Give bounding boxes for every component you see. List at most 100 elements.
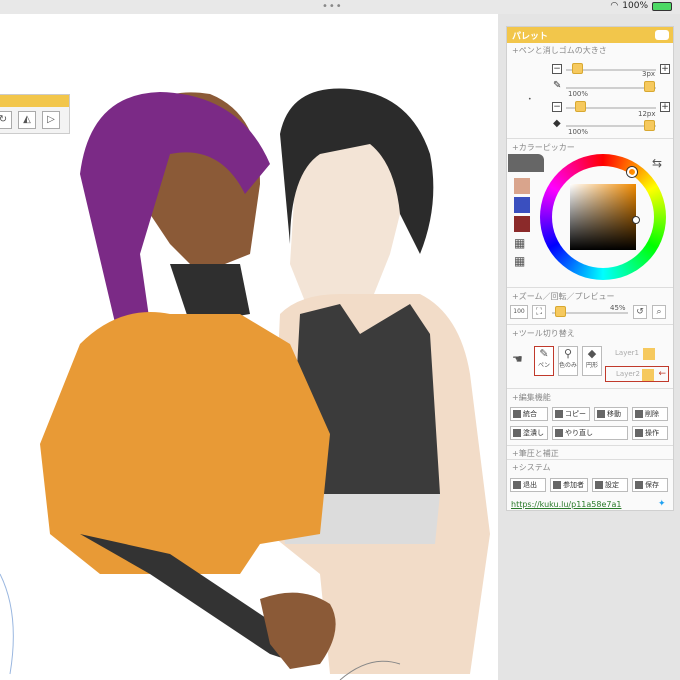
multitask-dots[interactable]: ••• bbox=[322, 2, 343, 12]
eyedropper-icon: ⚲ bbox=[563, 347, 573, 360]
wifi-icon: ◠ bbox=[610, 1, 619, 11]
color-selector[interactable] bbox=[632, 216, 640, 224]
flip-arrow-icon[interactable]: ▷ bbox=[42, 111, 60, 129]
tool-pen-button[interactable]: ✎ ペン bbox=[534, 346, 554, 376]
redo-label: やり直し bbox=[565, 429, 593, 437]
layer1-item[interactable]: Layer1 bbox=[605, 346, 669, 362]
swatch-1[interactable] bbox=[514, 178, 530, 194]
mini-toolbar: ↻ ◭ ▷ bbox=[0, 94, 70, 134]
pen-size-plus-button[interactable]: + bbox=[660, 64, 670, 74]
tool-pen-label: ペン bbox=[537, 362, 550, 369]
fill-button[interactable]: 塗潰し bbox=[510, 426, 548, 440]
eraser-size-plus-button[interactable]: + bbox=[660, 102, 670, 112]
battery-icon bbox=[652, 1, 672, 11]
pen-opacity-value: 100% bbox=[568, 90, 589, 98]
layer1-thumb bbox=[643, 348, 655, 360]
star-icon bbox=[635, 429, 643, 437]
pen-opacity-knob[interactable] bbox=[644, 81, 655, 92]
flip-horizontal-icon[interactable]: ◭ bbox=[18, 111, 36, 129]
pen-opacity-slider[interactable] bbox=[566, 87, 656, 89]
eraser-size-minus-button[interactable]: − bbox=[552, 102, 562, 112]
settings-label: 設定 bbox=[605, 481, 619, 489]
rotate-reset-icon[interactable]: ↺ bbox=[633, 305, 647, 319]
operations-button[interactable]: 操作 bbox=[632, 426, 668, 440]
save-label: 保存 bbox=[645, 481, 659, 489]
status-bar: ••• ◠ 100% bbox=[0, 0, 680, 14]
status-right: ◠ 100% bbox=[610, 1, 672, 11]
fill-icon bbox=[513, 429, 521, 437]
eraser-opacity-slider[interactable] bbox=[566, 125, 656, 127]
swap-color-icon[interactable]: ⇆ bbox=[652, 156, 662, 170]
section-tool-switch[interactable]: +ツール切り替え bbox=[508, 328, 674, 339]
current-color-tab[interactable] bbox=[508, 154, 544, 172]
section-edit[interactable]: +編集機能 bbox=[508, 392, 674, 403]
eraser-icon: ◆ bbox=[553, 118, 561, 129]
eraser-size-value: 12px bbox=[638, 110, 656, 118]
active-arrow-icon: ← bbox=[658, 369, 666, 379]
download-icon bbox=[635, 481, 643, 489]
copy-button[interactable]: コピー bbox=[552, 407, 590, 421]
drawing-canvas[interactable]: ↻ ◭ ▷ bbox=[0, 14, 498, 680]
pen-size-minus-button[interactable]: − bbox=[552, 64, 562, 74]
palette-header: パレット bbox=[507, 27, 673, 43]
move-label: 移動 bbox=[607, 410, 621, 418]
fit-screen-icon[interactable]: ⛶ bbox=[532, 305, 546, 319]
members-button[interactable]: 参加者 bbox=[550, 478, 588, 492]
redo-button[interactable]: やり直し bbox=[552, 426, 628, 440]
gear-icon bbox=[595, 481, 603, 489]
search-icon[interactable]: ⌕ bbox=[652, 305, 666, 319]
fill-label: 塗潰し bbox=[523, 429, 544, 437]
save-button[interactable]: 保存 bbox=[632, 478, 668, 492]
tool-shape-button[interactable]: ◆ 円形 bbox=[582, 346, 602, 376]
zoom-knob[interactable] bbox=[555, 306, 566, 317]
swatch-2[interactable] bbox=[514, 197, 530, 213]
palette-grid-icon[interactable]: ▦ bbox=[514, 236, 525, 250]
delete-icon bbox=[635, 410, 643, 418]
pen-size-knob[interactable] bbox=[572, 63, 583, 74]
room-url-link[interactable]: https://kuku.lu/p11a58e7a1 bbox=[511, 500, 621, 509]
copy-icon bbox=[555, 410, 563, 418]
twitter-icon[interactable]: ✦ bbox=[658, 499, 666, 509]
layer2-label: Layer2 bbox=[616, 370, 640, 378]
layer2-item[interactable]: Layer2 ← bbox=[605, 366, 669, 382]
merge-icon bbox=[513, 410, 521, 418]
left-figure-robe bbox=[40, 312, 330, 574]
sketch-line bbox=[0, 573, 14, 675]
operations-label: 操作 bbox=[645, 429, 659, 437]
move-button[interactable]: 移動 bbox=[594, 407, 628, 421]
section-pressure[interactable]: +筆圧と補正 bbox=[508, 448, 674, 459]
color-square[interactable] bbox=[570, 184, 636, 250]
divider bbox=[507, 138, 673, 139]
divider bbox=[507, 445, 673, 446]
eraser-size-knob[interactable] bbox=[575, 101, 586, 112]
tool-shape-label: 円形 bbox=[585, 362, 598, 369]
section-color-picker[interactable]: +カラーピッカー bbox=[508, 142, 674, 153]
rotate-icon[interactable]: ↻ bbox=[0, 111, 12, 129]
eraser-opacity-knob[interactable] bbox=[644, 120, 655, 131]
section-pen-eraser-size[interactable]: +ペンと消しゴムの大きさ bbox=[508, 45, 674, 56]
mini-toolbar-head bbox=[0, 95, 69, 107]
eraser-tool-icon: ◆ bbox=[587, 347, 597, 360]
palette-minimize-button[interactable] bbox=[655, 30, 669, 40]
delete-label: 削除 bbox=[645, 410, 659, 418]
settings-button[interactable]: 設定 bbox=[592, 478, 628, 492]
battery-percent: 100% bbox=[622, 1, 648, 11]
divider bbox=[507, 459, 673, 460]
hue-selector[interactable] bbox=[627, 167, 637, 177]
swatch-3[interactable] bbox=[514, 216, 530, 232]
layer1-label: Layer1 bbox=[615, 349, 639, 357]
palette-grid-icon-2[interactable]: ▦ bbox=[514, 254, 525, 268]
merge-button[interactable]: 統合 bbox=[510, 407, 548, 421]
pen-tool-icon: ✎ bbox=[539, 347, 549, 360]
members-label: 参加者 bbox=[563, 481, 584, 489]
leave-button[interactable]: 退出 bbox=[510, 478, 546, 492]
move-icon bbox=[597, 410, 605, 418]
tool-eyedrop-button[interactable]: ⚲ 色のみ bbox=[558, 346, 578, 376]
layer2-thumb bbox=[642, 369, 654, 381]
section-system[interactable]: +システム bbox=[508, 462, 674, 473]
delete-button[interactable]: 削除 bbox=[632, 407, 668, 421]
hand-icon[interactable]: ☚ bbox=[512, 352, 523, 366]
section-zoom[interactable]: +ズーム／回転／プレビュー bbox=[508, 291, 674, 302]
pen-size-value: 3px bbox=[642, 70, 656, 78]
zoom-100-button[interactable]: 100 bbox=[510, 305, 528, 319]
